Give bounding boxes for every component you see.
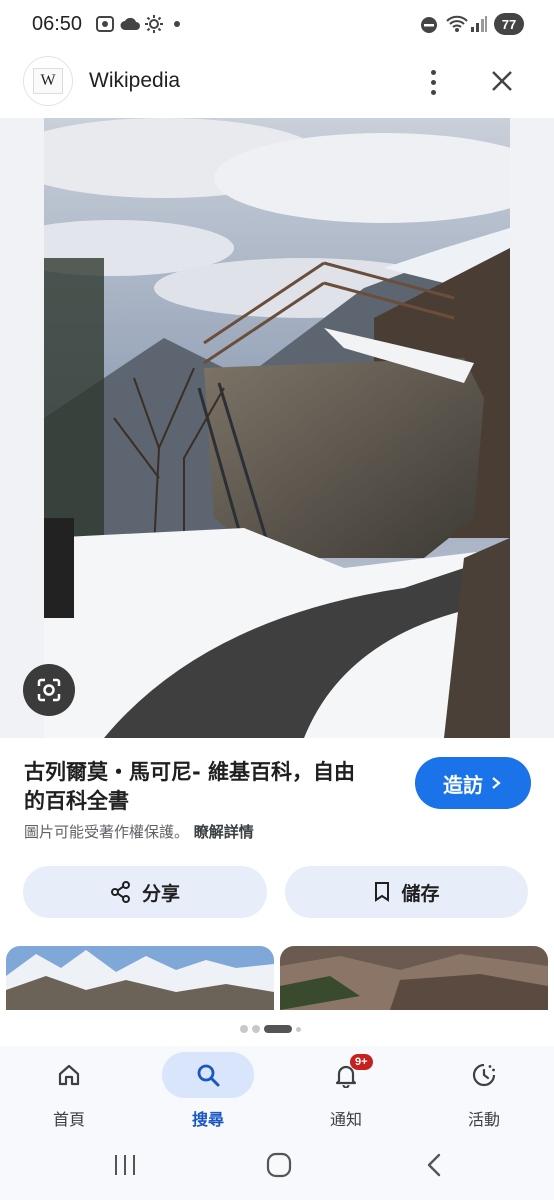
page-title: Wikipedia [89,69,181,92]
carousel-pager [240,1024,301,1034]
visit-button[interactable]: 造訪 [415,757,531,809]
pager-dot-active [264,1025,292,1033]
app-header [0,52,554,114]
nav-activity-label: 活動 [467,1110,500,1129]
close-icon[interactable] [485,64,519,98]
learn-more-link[interactable]: 瞭解詳情 [194,823,254,841]
nav-search-label: 搜尋 [191,1110,224,1129]
home-circle-icon[interactable] [265,1151,293,1179]
lens-search-button[interactable] [23,664,75,716]
dnd-icon [421,17,437,33]
signal-icon [471,16,487,32]
status-time: 06:50 [32,13,83,35]
lens-icon [37,678,61,702]
nav-notifications[interactable]: 9+ 通知 [296,1052,396,1132]
nav-activity[interactable]: 活動 [434,1052,534,1132]
nav-home[interactable]: 首頁 [19,1052,119,1132]
back-icon[interactable] [422,1151,446,1179]
chevron-right-icon [492,777,501,789]
related-image-1[interactable] [6,946,274,1010]
nav-home-label: 首頁 [52,1110,85,1129]
related-image-2[interactable] [280,946,548,1010]
search-icon [197,1064,220,1087]
save-label: 儲存 [401,882,440,905]
wifi-icon [446,15,468,32]
cloud-icon [120,17,140,30]
logo-letter: W [33,68,63,94]
visit-label: 造訪 [443,772,483,797]
recents-icon[interactable] [112,1152,138,1178]
status-bar: 06:50 77 [0,0,554,50]
pager-dot [296,1026,301,1032]
result-title-line2: 的百科全書 [24,789,129,813]
battery-indicator: 77 [494,13,524,35]
screenshot-icon [96,16,114,32]
activity-icon [472,1063,496,1087]
result-title[interactable]: 古列爾莫・馬可尼- 維基百科，自由 的百科全書 [24,758,404,816]
result-title-line1: 古列爾莫・馬可尼- 維基百科，自由 [24,760,356,784]
share-icon [110,881,130,903]
copyright-text: 圖片可能受著作權保護。 [24,823,190,841]
wikipedia-logo: W [23,56,73,106]
sun-icon [145,15,163,33]
pager-dot [252,1025,260,1033]
more-vert-icon [430,69,436,75]
share-button[interactable]: 分享 [23,866,267,918]
home-icon [58,1064,80,1086]
share-label: 分享 [141,882,180,905]
result-image[interactable] [44,118,510,738]
bookmark-icon [375,882,390,902]
pager-dot [240,1025,248,1033]
save-button[interactable]: 儲存 [285,866,528,918]
nav-search[interactable]: 搜尋 [158,1052,258,1132]
copyright-notice: 圖片可能受著作權保護。 瞭解詳情 [24,821,254,842]
notification-badge: 9+ [350,1054,373,1070]
dot-icon [174,21,180,27]
nav-notifications-label: 通知 [329,1110,362,1129]
more-options-button[interactable] [418,64,448,100]
